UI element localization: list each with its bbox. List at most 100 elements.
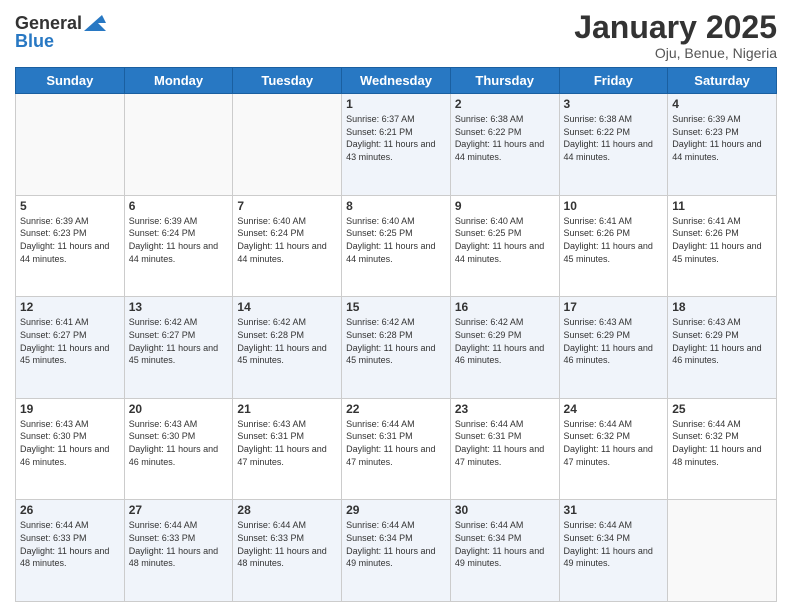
- day-number: 11: [672, 199, 772, 213]
- day-number: 15: [346, 300, 446, 314]
- table-row: 16 Sunrise: 6:42 AM Sunset: 6:29 PM Dayl…: [450, 297, 559, 399]
- table-row: 4 Sunrise: 6:39 AM Sunset: 6:23 PM Dayli…: [668, 94, 777, 196]
- table-row: 21 Sunrise: 6:43 AM Sunset: 6:31 PM Dayl…: [233, 398, 342, 500]
- day-number: 30: [455, 503, 555, 517]
- day-number: 26: [20, 503, 120, 517]
- day-info: Sunrise: 6:40 AM Sunset: 6:25 PM Dayligh…: [346, 215, 446, 265]
- day-info: Sunrise: 6:38 AM Sunset: 6:22 PM Dayligh…: [455, 113, 555, 163]
- sunset-label: Sunset: 6:27 PM: [129, 330, 196, 340]
- table-row: 17 Sunrise: 6:43 AM Sunset: 6:29 PM Dayl…: [559, 297, 668, 399]
- daylight-label: Daylight: 11 hours and 45 minutes.: [20, 343, 109, 366]
- day-number: 10: [564, 199, 664, 213]
- daylight-label: Daylight: 11 hours and 44 minutes.: [346, 241, 435, 264]
- sunrise-label: Sunrise: 6:42 AM: [237, 317, 306, 327]
- sunset-label: Sunset: 6:25 PM: [346, 228, 413, 238]
- sunset-label: Sunset: 6:34 PM: [346, 533, 413, 543]
- sunset-label: Sunset: 6:32 PM: [564, 431, 631, 441]
- day-info: Sunrise: 6:43 AM Sunset: 6:31 PM Dayligh…: [237, 418, 337, 468]
- sunset-label: Sunset: 6:30 PM: [20, 431, 87, 441]
- sunrise-label: Sunrise: 6:42 AM: [455, 317, 524, 327]
- table-row: 20 Sunrise: 6:43 AM Sunset: 6:30 PM Dayl…: [124, 398, 233, 500]
- table-row: 9 Sunrise: 6:40 AM Sunset: 6:25 PM Dayli…: [450, 195, 559, 297]
- sunrise-label: Sunrise: 6:39 AM: [129, 216, 198, 226]
- table-row: 19 Sunrise: 6:43 AM Sunset: 6:30 PM Dayl…: [16, 398, 125, 500]
- day-number: 24: [564, 402, 664, 416]
- day-info: Sunrise: 6:44 AM Sunset: 6:31 PM Dayligh…: [346, 418, 446, 468]
- table-row: 15 Sunrise: 6:42 AM Sunset: 6:28 PM Dayl…: [342, 297, 451, 399]
- col-sunday: Sunday: [16, 68, 125, 94]
- sunrise-label: Sunrise: 6:40 AM: [237, 216, 306, 226]
- daylight-label: Daylight: 11 hours and 49 minutes.: [564, 546, 653, 569]
- sunrise-label: Sunrise: 6:44 AM: [237, 520, 306, 530]
- day-number: 16: [455, 300, 555, 314]
- sunset-label: Sunset: 6:28 PM: [346, 330, 413, 340]
- day-info: Sunrise: 6:40 AM Sunset: 6:24 PM Dayligh…: [237, 215, 337, 265]
- col-tuesday: Tuesday: [233, 68, 342, 94]
- day-number: 13: [129, 300, 229, 314]
- sunset-label: Sunset: 6:24 PM: [237, 228, 304, 238]
- daylight-label: Daylight: 11 hours and 45 minutes.: [346, 343, 435, 366]
- table-row: 18 Sunrise: 6:43 AM Sunset: 6:29 PM Dayl…: [668, 297, 777, 399]
- sunset-label: Sunset: 6:29 PM: [455, 330, 522, 340]
- sunrise-label: Sunrise: 6:43 AM: [237, 419, 306, 429]
- table-row: 24 Sunrise: 6:44 AM Sunset: 6:32 PM Dayl…: [559, 398, 668, 500]
- sunset-label: Sunset: 6:31 PM: [346, 431, 413, 441]
- sunrise-label: Sunrise: 6:43 AM: [20, 419, 89, 429]
- sunrise-label: Sunrise: 6:44 AM: [672, 419, 741, 429]
- sunrise-label: Sunrise: 6:41 AM: [20, 317, 89, 327]
- daylight-label: Daylight: 11 hours and 45 minutes.: [237, 343, 326, 366]
- calendar-week-row: 26 Sunrise: 6:44 AM Sunset: 6:33 PM Dayl…: [16, 500, 777, 602]
- table-row: 25 Sunrise: 6:44 AM Sunset: 6:32 PM Dayl…: [668, 398, 777, 500]
- day-info: Sunrise: 6:44 AM Sunset: 6:33 PM Dayligh…: [237, 519, 337, 569]
- sunset-label: Sunset: 6:29 PM: [672, 330, 739, 340]
- day-info: Sunrise: 6:44 AM Sunset: 6:32 PM Dayligh…: [564, 418, 664, 468]
- sunrise-label: Sunrise: 6:41 AM: [672, 216, 741, 226]
- sunrise-label: Sunrise: 6:42 AM: [129, 317, 198, 327]
- sunrise-label: Sunrise: 6:43 AM: [129, 419, 198, 429]
- sunrise-label: Sunrise: 6:38 AM: [455, 114, 524, 124]
- day-info: Sunrise: 6:43 AM Sunset: 6:30 PM Dayligh…: [20, 418, 120, 468]
- day-number: 18: [672, 300, 772, 314]
- day-info: Sunrise: 6:39 AM Sunset: 6:24 PM Dayligh…: [129, 215, 229, 265]
- daylight-label: Daylight: 11 hours and 49 minutes.: [455, 546, 544, 569]
- table-row: 22 Sunrise: 6:44 AM Sunset: 6:31 PM Dayl…: [342, 398, 451, 500]
- location: Oju, Benue, Nigeria: [574, 45, 777, 61]
- daylight-label: Daylight: 11 hours and 48 minutes.: [237, 546, 326, 569]
- table-row: [16, 94, 125, 196]
- daylight-label: Daylight: 11 hours and 44 minutes.: [237, 241, 326, 264]
- table-row: 27 Sunrise: 6:44 AM Sunset: 6:33 PM Dayl…: [124, 500, 233, 602]
- day-info: Sunrise: 6:44 AM Sunset: 6:33 PM Dayligh…: [129, 519, 229, 569]
- sunrise-label: Sunrise: 6:44 AM: [564, 419, 633, 429]
- day-info: Sunrise: 6:42 AM Sunset: 6:28 PM Dayligh…: [237, 316, 337, 366]
- day-number: 27: [129, 503, 229, 517]
- daylight-label: Daylight: 11 hours and 45 minutes.: [672, 241, 761, 264]
- sunrise-label: Sunrise: 6:44 AM: [455, 419, 524, 429]
- daylight-label: Daylight: 11 hours and 47 minutes.: [564, 444, 653, 467]
- day-number: 4: [672, 97, 772, 111]
- table-row: 13 Sunrise: 6:42 AM Sunset: 6:27 PM Dayl…: [124, 297, 233, 399]
- day-info: Sunrise: 6:42 AM Sunset: 6:29 PM Dayligh…: [455, 316, 555, 366]
- day-info: Sunrise: 6:41 AM Sunset: 6:27 PM Dayligh…: [20, 316, 120, 366]
- day-info: Sunrise: 6:41 AM Sunset: 6:26 PM Dayligh…: [564, 215, 664, 265]
- table-row: 6 Sunrise: 6:39 AM Sunset: 6:24 PM Dayli…: [124, 195, 233, 297]
- sunset-label: Sunset: 6:31 PM: [237, 431, 304, 441]
- table-row: 28 Sunrise: 6:44 AM Sunset: 6:33 PM Dayl…: [233, 500, 342, 602]
- day-info: Sunrise: 6:41 AM Sunset: 6:26 PM Dayligh…: [672, 215, 772, 265]
- sunset-label: Sunset: 6:28 PM: [237, 330, 304, 340]
- sunset-label: Sunset: 6:26 PM: [564, 228, 631, 238]
- day-number: 17: [564, 300, 664, 314]
- sunset-label: Sunset: 6:34 PM: [455, 533, 522, 543]
- day-number: 31: [564, 503, 664, 517]
- daylight-label: Daylight: 11 hours and 46 minutes.: [20, 444, 109, 467]
- day-number: 14: [237, 300, 337, 314]
- sunset-label: Sunset: 6:21 PM: [346, 127, 413, 137]
- table-row: 8 Sunrise: 6:40 AM Sunset: 6:25 PM Dayli…: [342, 195, 451, 297]
- daylight-label: Daylight: 11 hours and 44 minutes.: [129, 241, 218, 264]
- daylight-label: Daylight: 11 hours and 46 minutes.: [672, 343, 761, 366]
- day-number: 5: [20, 199, 120, 213]
- day-info: Sunrise: 6:44 AM Sunset: 6:32 PM Dayligh…: [672, 418, 772, 468]
- table-row: 30 Sunrise: 6:44 AM Sunset: 6:34 PM Dayl…: [450, 500, 559, 602]
- daylight-label: Daylight: 11 hours and 44 minutes.: [20, 241, 109, 264]
- title-area: January 2025 Oju, Benue, Nigeria: [574, 10, 777, 61]
- sunset-label: Sunset: 6:22 PM: [455, 127, 522, 137]
